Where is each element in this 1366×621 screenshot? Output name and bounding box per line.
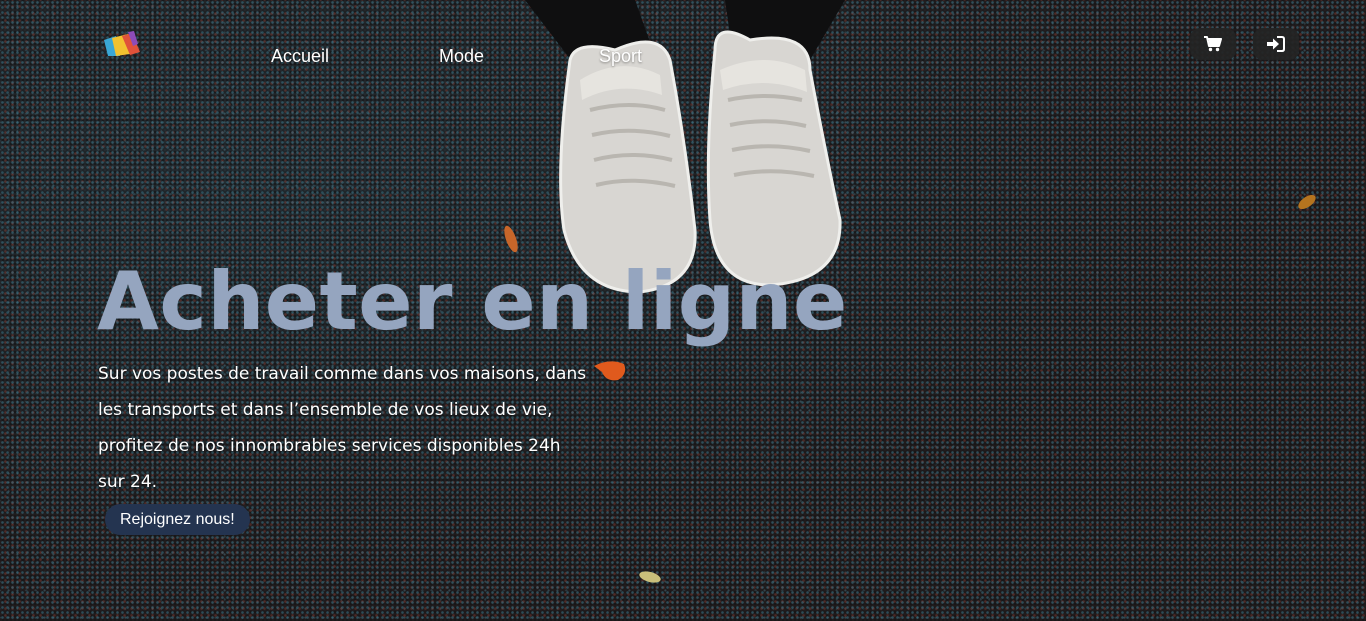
hero-title: Acheter en ligne: [97, 255, 848, 348]
leaf-decoration: [639, 571, 661, 583]
join-button[interactable]: Rejoignez nous!: [105, 504, 250, 535]
hero-section: Accueil Mode Sport Acheter en ligne Sur …: [0, 0, 1366, 621]
sign-in-icon: [1267, 36, 1285, 52]
hero-description: Sur vos postes de travail comme dans vos…: [98, 364, 587, 492]
login-button[interactable]: [1253, 28, 1299, 60]
nav-link-accueil[interactable]: Accueil: [271, 46, 329, 67]
nav-link-mode[interactable]: Mode: [439, 46, 484, 67]
cart-icon: [1204, 36, 1222, 52]
cart-button[interactable]: [1190, 28, 1236, 60]
shopping-bags-logo[interactable]: [102, 30, 142, 58]
leaf-decoration: [1298, 194, 1316, 210]
leaf-decoration: [504, 225, 518, 253]
nav-link-sport[interactable]: Sport: [599, 46, 642, 67]
leaf-decoration: [594, 361, 626, 381]
